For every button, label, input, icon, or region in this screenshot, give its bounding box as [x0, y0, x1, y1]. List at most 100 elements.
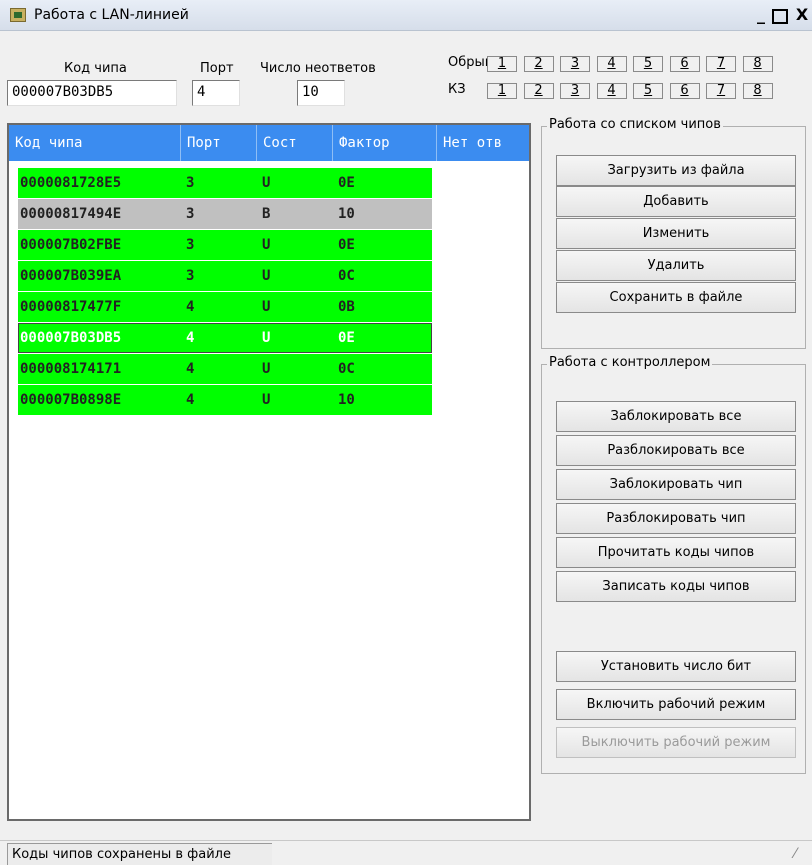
cell-code: 000007B02FBE [20, 237, 122, 253]
chip-code-field[interactable]: 000007B03DB5 [7, 80, 177, 106]
break-button-label: 4 [607, 56, 616, 71]
port-field[interactable]: 4 [192, 80, 240, 106]
cell-factor: 0E [338, 237, 355, 253]
window-title: Работа с LAN-линией [34, 7, 189, 23]
minimize-button[interactable]: _ [752, 6, 770, 24]
short-button-label: 1 [497, 83, 507, 98]
app-icon [10, 8, 26, 22]
cell-port: 3 [186, 206, 195, 222]
cell-factor: 0C [338, 268, 355, 284]
table-row[interactable]: 000007B0898E 4 U 10 [18, 385, 432, 415]
load-from-file-button[interactable]: Загрузить из файла [556, 155, 796, 186]
no-answer-field[interactable]: 10 [297, 80, 345, 106]
table-row[interactable]: 000007B02FBE 3 U 0E [18, 230, 432, 260]
cell-factor: 0C [338, 361, 355, 377]
save-to-file-button[interactable]: Сохранить в файле [556, 282, 796, 313]
resize-grip-icon[interactable]: ⁄ [794, 846, 796, 862]
table-row[interactable]: 000008174171 4 U 0C [18, 354, 432, 384]
status-text: Коды чипов сохранены в файле [7, 843, 272, 865]
cell-factor: 0B [338, 299, 355, 315]
break-button-label: 3 [570, 56, 580, 71]
close-button[interactable]: X [793, 6, 811, 24]
short-button-label: 2 [534, 83, 543, 98]
break-button-2[interactable]: 2 [523, 56, 554, 72]
set-bit-count-button[interactable]: Установить число бит [556, 651, 796, 682]
cell-factor: 10 [338, 206, 355, 222]
cell-state: U [262, 392, 271, 408]
column-header-no-answer[interactable]: Нет отв [437, 125, 529, 161]
chip-code-label: Код чипа [64, 61, 127, 76]
edit-button[interactable]: Изменить [556, 218, 796, 249]
cell-state: B [262, 206, 271, 222]
cell-state: U [262, 237, 271, 253]
controller-group-title: Работа с контроллером [547, 355, 713, 370]
cell-port: 4 [186, 392, 195, 408]
short-button-4[interactable]: 4 [596, 83, 627, 99]
short-buttons: 1 2 3 4 5 6 7 8 [487, 83, 777, 99]
cell-port: 3 [186, 237, 195, 253]
break-button-label: 6 [680, 56, 689, 71]
short-button-label: 7 [716, 83, 726, 98]
break-button-4[interactable]: 4 [596, 56, 627, 72]
port-label: Порт [200, 61, 234, 76]
cell-state: U [262, 330, 271, 346]
cell-factor: 10 [338, 392, 355, 408]
cell-code: 000008174171 [20, 361, 122, 377]
break-button-8[interactable]: 8 [742, 56, 773, 72]
table-row[interactable]: 00000817494E 3 B 10 [18, 199, 432, 229]
break-button-5[interactable]: 5 [633, 56, 663, 72]
break-button-label: 2 [534, 56, 543, 71]
chip-list-header: Код чипа Порт Сост Фактор Нет отв [9, 125, 529, 161]
cell-code: 00000817494E [20, 206, 122, 222]
short-button-label: 8 [753, 83, 762, 98]
cell-code: 000007B03DB5 [20, 330, 122, 346]
short-button-3[interactable]: 3 [560, 83, 590, 99]
delete-button[interactable]: Удалить [556, 250, 796, 281]
cell-factor: 0E [338, 175, 355, 191]
cell-code: 00000817477F [20, 299, 122, 315]
maximize-button[interactable] [772, 9, 788, 24]
column-header-code[interactable]: Код чипа [9, 125, 181, 161]
chip-list[interactable]: Код чипа Порт Сост Фактор Нет отв 000008… [7, 123, 531, 821]
cell-port: 3 [186, 175, 195, 191]
column-header-state[interactable]: Сост [257, 125, 333, 161]
short-button-2[interactable]: 2 [523, 83, 554, 99]
add-button[interactable]: Добавить [556, 186, 796, 217]
cell-factor: 0E [338, 330, 355, 346]
lock-chip-button[interactable]: Заблокировать чип [556, 469, 796, 500]
short-label: КЗ [448, 82, 466, 97]
table-row[interactable]: 00000817477F 4 U 0B [18, 292, 432, 322]
unlock-chip-button[interactable]: Разблокировать чип [556, 503, 796, 534]
short-button-8[interactable]: 8 [742, 83, 773, 99]
table-row[interactable]: 000007B03DB5 4 U 0E [18, 323, 432, 353]
short-button-label: 3 [570, 83, 580, 98]
short-button-6[interactable]: 6 [669, 83, 700, 99]
enable-work-mode-button[interactable]: Включить рабочий режим [556, 689, 796, 720]
read-chip-codes-button[interactable]: Прочитать коды чипов [556, 537, 796, 568]
break-button-6[interactable]: 6 [669, 56, 700, 72]
lock-all-button[interactable]: Заблокировать все [556, 401, 796, 432]
unlock-all-button[interactable]: Разблокировать все [556, 435, 796, 466]
table-row[interactable]: 0000081728E5 3 U 0E [18, 168, 432, 198]
column-header-factor[interactable]: Фактор [333, 125, 437, 161]
cell-state: U [262, 175, 271, 191]
cell-port: 4 [186, 330, 195, 346]
short-button-label: 4 [607, 83, 616, 98]
break-button-1[interactable]: 1 [487, 56, 517, 72]
break-button-label: 5 [643, 56, 653, 71]
write-chip-codes-button[interactable]: Записать коды чипов [556, 571, 796, 602]
short-button-1[interactable]: 1 [487, 83, 517, 99]
column-header-port[interactable]: Порт [181, 125, 257, 161]
cell-state: U [262, 299, 271, 315]
short-button-label: 6 [680, 83, 689, 98]
short-button-5[interactable]: 5 [633, 83, 663, 99]
break-button-7[interactable]: 7 [706, 56, 736, 72]
cell-code: 000007B0898E [20, 392, 122, 408]
break-button-3[interactable]: 3 [560, 56, 590, 72]
short-button-7[interactable]: 7 [706, 83, 736, 99]
cell-code: 0000081728E5 [20, 175, 122, 191]
table-row[interactable]: 000007B039EA 3 U 0C [18, 261, 432, 291]
cell-code: 000007B039EA [20, 268, 122, 284]
break-button-label: 7 [716, 56, 726, 71]
short-button-label: 5 [643, 83, 653, 98]
